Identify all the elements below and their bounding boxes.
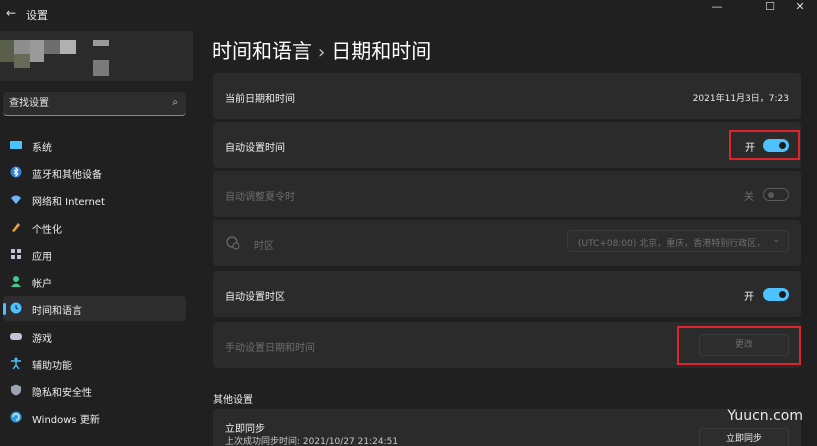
shield-icon (11, 384, 21, 396)
user-profile-card[interactable] (0, 31, 193, 81)
sidebar-item-gaming[interactable]: 游戏 (3, 324, 186, 349)
highlight-box (677, 326, 801, 365)
update-icon (10, 411, 22, 423)
sidebar-item-label: 蓝牙和其他设备 (32, 170, 102, 181)
sidebar-item-apps[interactable]: 应用 (3, 242, 186, 267)
sync-now-button[interactable]: 立即同步 (699, 428, 789, 446)
system-icon (10, 141, 22, 149)
sidebar-item-accounts[interactable]: 帐户 (3, 269, 186, 294)
close-button[interactable]: ✕ (785, 0, 815, 16)
timezone-label: 时区 (254, 241, 274, 252)
sidebar-item-time-language[interactable]: 时间和语言 (3, 296, 186, 321)
title-bar: ← 设置 — ☐ ✕ (0, 0, 817, 28)
current-datetime-label: 当前日期和时间 (225, 94, 295, 105)
sidebar-item-label: 系统 (32, 143, 52, 154)
sync-title: 立即同步 (225, 424, 265, 435)
sidebar-item-label: 辅助功能 (32, 361, 72, 372)
globe-clock-icon (226, 236, 240, 250)
sidebar-item-label: 游戏 (32, 334, 52, 345)
sidebar-item-personalization[interactable]: 个性化 (3, 215, 186, 240)
auto-timezone-state: 开 (744, 292, 754, 303)
sidebar-item-bluetooth[interactable]: 蓝牙和其他设备 (3, 160, 186, 185)
sync-card: 立即同步 上次成功同步时间: 2021/10/27 21:24:51 立即同步 (213, 409, 801, 446)
sidebar: ⌕ 系统 蓝牙和其他设备 网络和 Internet 个性化 应用 帐户 时间和语… (0, 28, 200, 446)
current-datetime-card: 当前日期和时间 2021年11月3日，7:23 (213, 73, 801, 119)
breadcrumb-current: 日期和时间 (331, 39, 432, 63)
sidebar-item-network[interactable]: 网络和 Internet (3, 187, 186, 212)
page-title: 时间和语言 › 日期和时间 (212, 35, 431, 64)
chevron-down-icon: ⌄ (772, 235, 780, 245)
current-datetime-value: 2021年11月3日，7:23 (692, 94, 789, 104)
sidebar-item-system[interactable]: 系统 (3, 133, 186, 158)
avatar-blur (14, 54, 30, 68)
account-icon (11, 276, 21, 287)
sidebar-item-label: 帐户 (32, 279, 52, 290)
auto-timezone-label: 自动设置时区 (225, 292, 285, 303)
breadcrumb-separator: › (318, 42, 326, 63)
avatar-blur (60, 40, 76, 54)
highlight-box (729, 130, 800, 160)
dst-toggle[interactable] (763, 188, 789, 201)
watermark: Yuucn.com (727, 408, 803, 424)
timezone-dropdown[interactable]: (UTC+08:00) 北京，重庆，香港特别行政区， ⌄ (567, 230, 789, 252)
sidebar-item-label: Windows 更新 (32, 415, 100, 426)
sidebar-item-label: 个性化 (32, 225, 62, 236)
back-arrow-icon[interactable]: ← (6, 6, 16, 20)
bluetooth-icon (10, 166, 22, 178)
auto-time-card: 自动设置时间 开 (213, 122, 801, 168)
auto-timezone-card: 自动设置时区 开 (213, 271, 801, 317)
search-input[interactable] (3, 92, 163, 114)
name-blur (93, 40, 109, 46)
avatar-blur (0, 40, 14, 62)
avatar-blur (14, 40, 30, 54)
search-icon[interactable]: ⌕ (172, 97, 178, 108)
active-indicator (3, 303, 6, 315)
auto-time-label: 自动设置时间 (225, 143, 285, 154)
timezone-card: 时区 (UTC+08:00) 北京，重庆，香港特别行政区， ⌄ (213, 220, 801, 266)
maximize-button[interactable]: ☐ (755, 0, 785, 16)
accessibility-icon (11, 357, 21, 369)
sync-detail: 上次成功同步时间: 2021/10/27 21:24:51 (225, 437, 399, 446)
time-language-icon (10, 302, 22, 314)
sidebar-item-label: 应用 (32, 252, 52, 263)
auto-timezone-toggle[interactable] (763, 288, 789, 301)
toggle-knob (768, 192, 774, 198)
sidebar-item-accessibility[interactable]: 辅助功能 (3, 351, 186, 376)
sidebar-item-label: 网络和 Internet (32, 197, 105, 208)
dst-card: 自动调整夏令时 关 (213, 171, 801, 217)
app-title: 设置 (26, 9, 48, 22)
apps-icon (11, 249, 21, 259)
wifi-icon (11, 195, 21, 204)
sidebar-item-label: 隐私和安全性 (32, 388, 92, 399)
other-settings-title: 其他设置 (213, 395, 253, 406)
gamepad-icon (10, 333, 22, 340)
sidebar-item-label: 时间和语言 (32, 306, 82, 317)
email-blur (93, 60, 109, 76)
manual-datetime-label: 手动设置日期和时间 (225, 343, 315, 354)
toggle-knob (779, 291, 786, 298)
search-box[interactable]: ⌕ (3, 92, 186, 116)
timezone-value: (UTC+08:00) 北京，重庆，香港特别行政区， (578, 239, 766, 249)
breadcrumb-parent[interactable]: 时间和语言 (212, 39, 312, 63)
avatar-blur (44, 40, 60, 54)
sidebar-item-privacy[interactable]: 隐私和安全性 (3, 378, 186, 403)
dst-label: 自动调整夏令时 (225, 192, 295, 203)
minimize-button[interactable]: — (702, 0, 732, 16)
dst-state: 关 (744, 192, 754, 203)
sidebar-item-windows-update[interactable]: Windows 更新 (3, 405, 186, 430)
avatar-blur (30, 40, 44, 62)
brush-icon (12, 223, 20, 232)
